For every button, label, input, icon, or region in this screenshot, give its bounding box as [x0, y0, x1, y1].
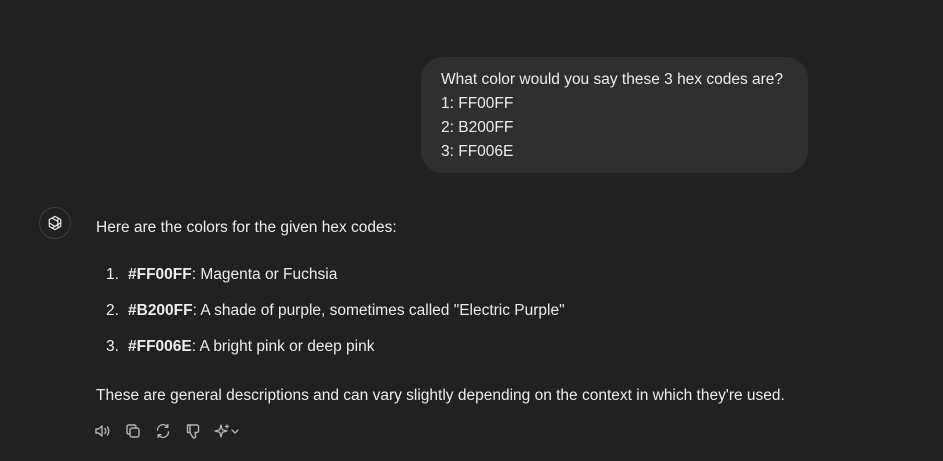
user-message-line: 2: B200FF — [441, 119, 514, 136]
user-message-bubble: What color would you say these 3 hex cod… — [421, 57, 808, 173]
list-number: 2. — [106, 302, 119, 319]
color-description: : A bright pink or deep pink — [191, 338, 375, 355]
user-message-line: 1: FF00FF — [441, 95, 514, 112]
read-aloud-button[interactable] — [92, 420, 114, 442]
hex-code: #B200FF — [128, 302, 193, 319]
assistant-outro-text: These are general descriptions and can v… — [96, 387, 785, 404]
change-model-icon — [214, 424, 239, 438]
regenerate-button[interactable] — [152, 420, 174, 442]
chatgpt-logo-icon — [39, 207, 71, 239]
message-actions — [92, 420, 250, 442]
change-model-button[interactable] — [212, 420, 242, 442]
hex-code: #FF00FF — [128, 266, 192, 283]
chat-page: What color would you say these 3 hex cod… — [0, 0, 943, 461]
copy-button[interactable] — [122, 420, 144, 442]
list-number: 1. — [106, 266, 119, 283]
list-number: 3. — [106, 338, 119, 355]
list-item: 2. #B200FF: A shade of purple, sometimes … — [106, 299, 565, 323]
user-message-line: 3: FF006E — [441, 143, 514, 160]
copy-icon — [126, 424, 140, 438]
color-description: : A shade of purple, sometimes called "E… — [192, 302, 565, 319]
color-description: : Magenta or Fuchsia — [191, 266, 338, 283]
assistant-intro-text: Here are the colors for the given hex co… — [96, 219, 397, 236]
list-item: 3. #FF006E: A bright pink or deep pink — [106, 335, 374, 359]
hex-code: #FF006E — [128, 338, 192, 355]
regenerate-icon — [156, 423, 170, 439]
user-message-line: What color would you say these 3 hex cod… — [441, 71, 784, 88]
thumbs-down-icon — [186, 424, 200, 439]
list-item: 1. #FF00FF: Magenta or Fuchsia — [106, 263, 337, 287]
thumbs-down-button[interactable] — [182, 420, 204, 442]
read-aloud-icon — [95, 425, 110, 437]
